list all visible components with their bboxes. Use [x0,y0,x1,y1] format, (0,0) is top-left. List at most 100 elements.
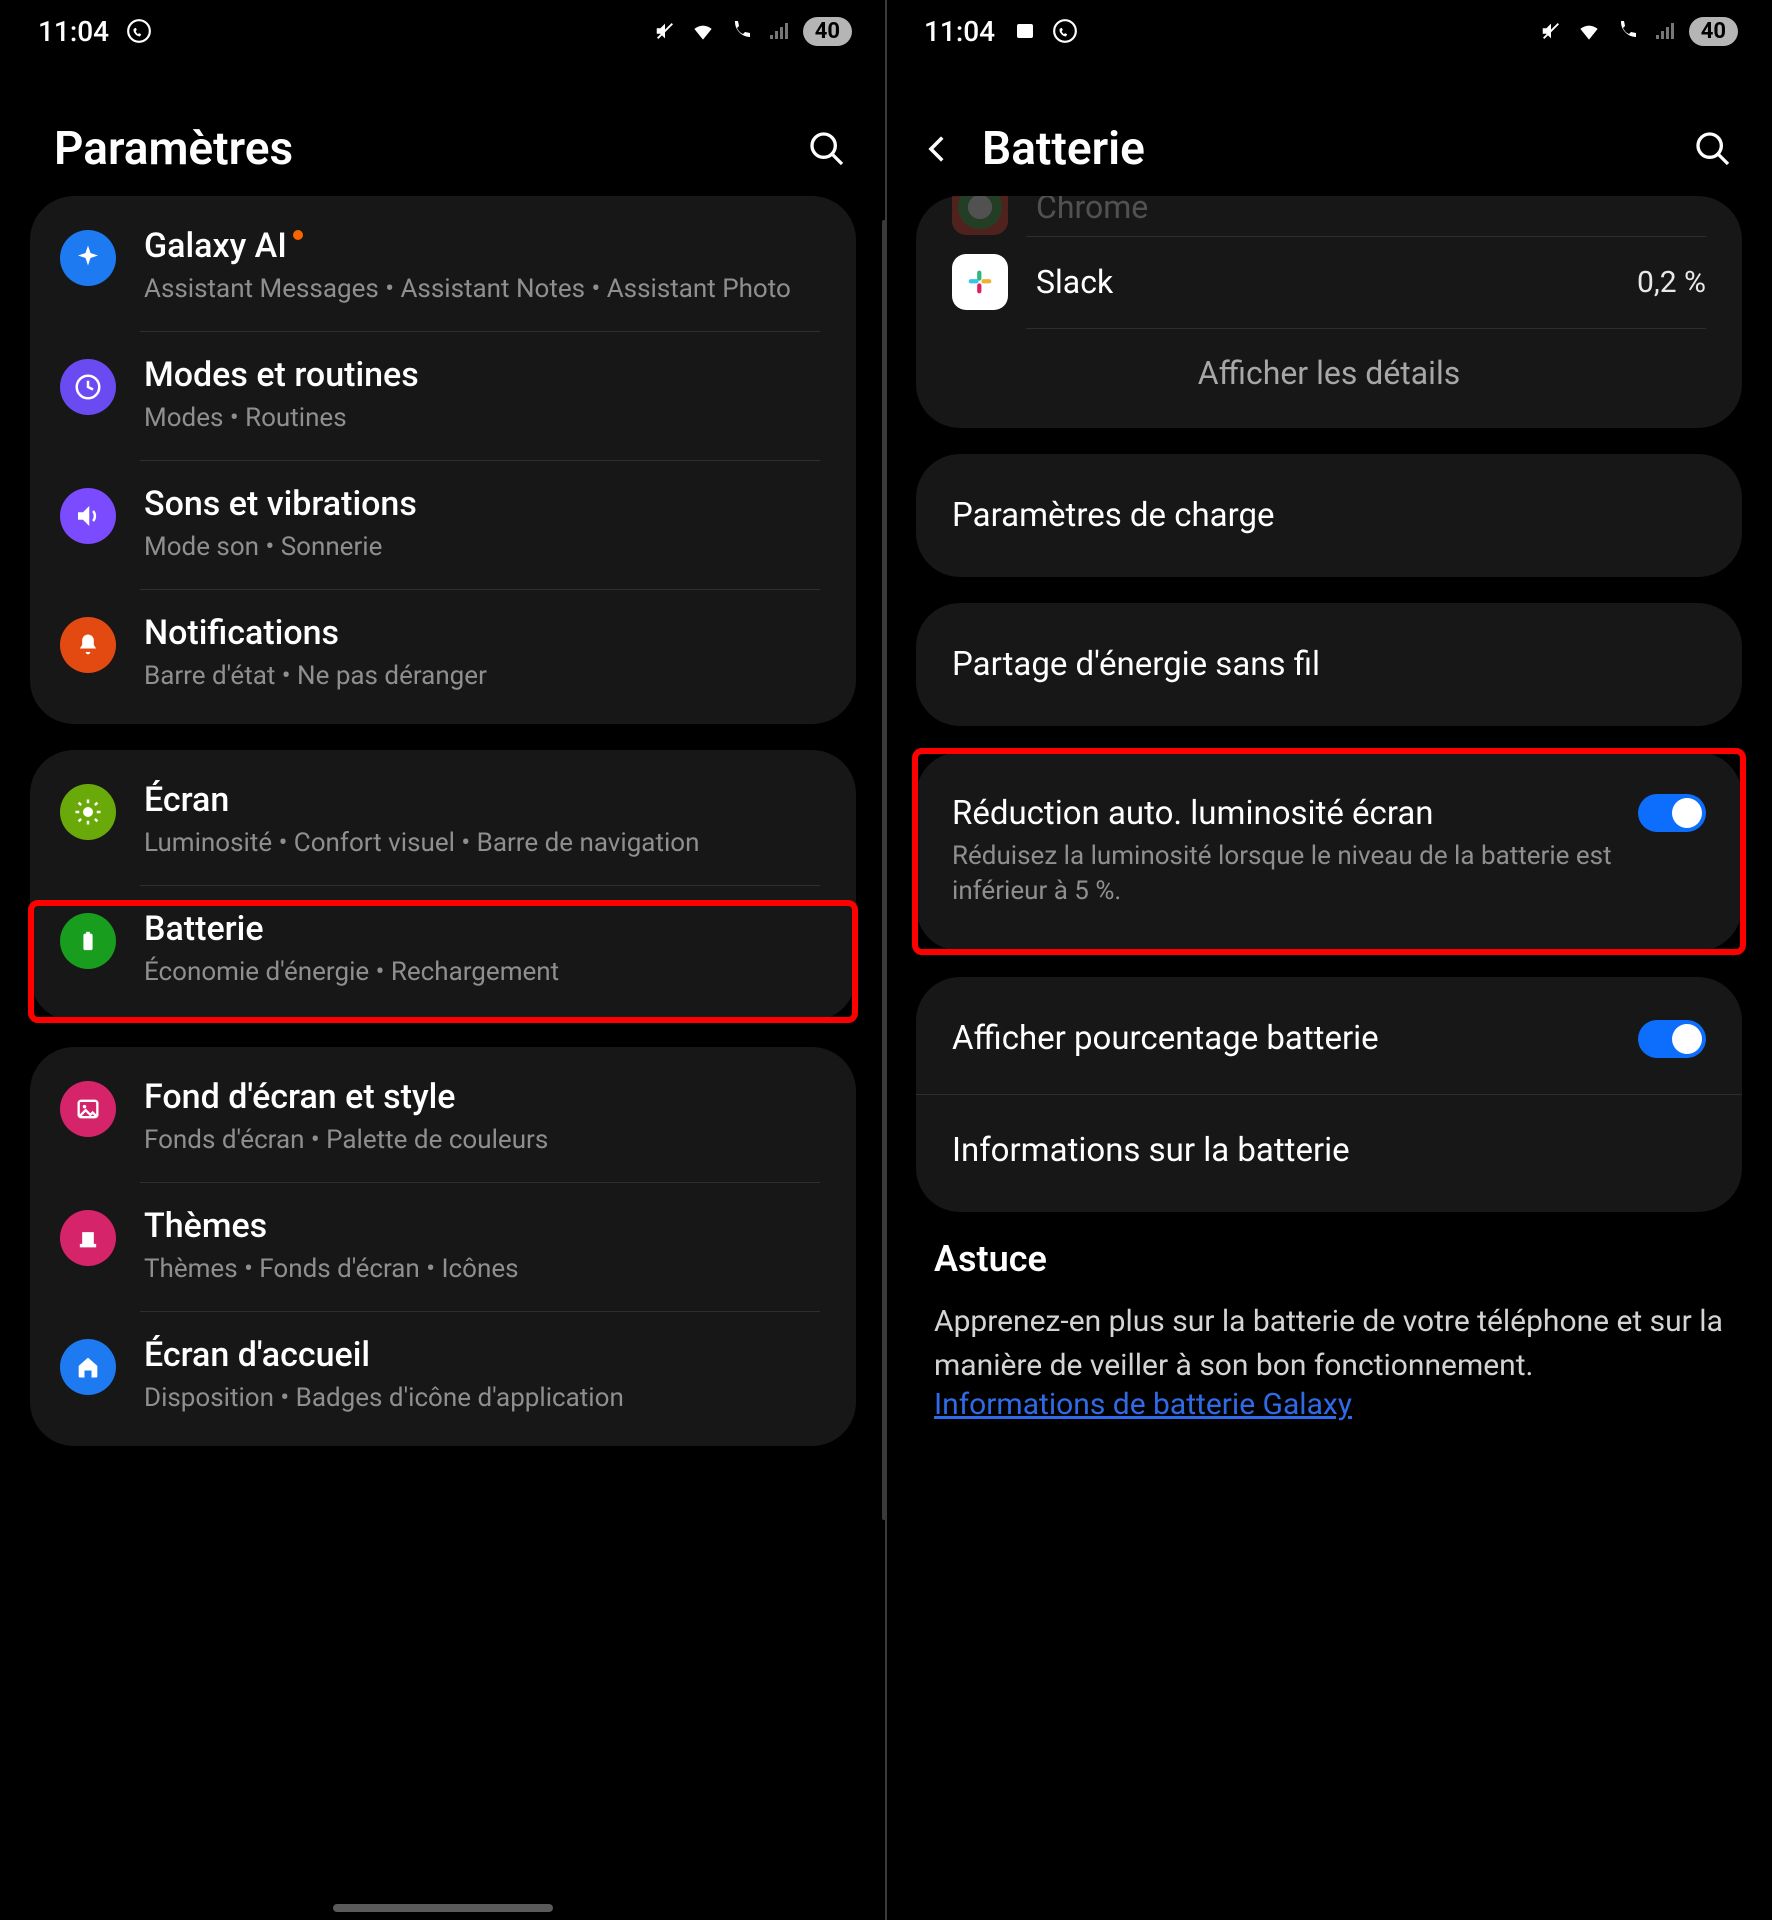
page-header: Paramètres [0,62,886,196]
setting-battery-info[interactable]: Informations sur la batterie [916,1094,1742,1206]
settings-group: Écran Luminosité • Confort visuel • Barr… [30,750,856,1020]
back-button[interactable] [920,131,956,167]
item-subtitle: Économie d'énergie • Rechargement [144,955,820,990]
settings-list: Galaxy AI Assistant Messages • Assistant… [0,196,886,1920]
item-title: Écran d'accueil [144,1335,820,1375]
item-subtitle: Mode son • Sonnerie [144,530,820,565]
status-time: 11:04 [38,15,109,48]
settings-item-notifs[interactable]: Notifications Barre d'état • Ne pas déra… [30,589,856,718]
tip-heading: Astuce [934,1238,1724,1280]
app-usage-row-chrome[interactable]: Chrome [916,196,1742,236]
setting-auto-dim[interactable]: Réduction auto. luminosité écran Réduise… [916,758,1742,945]
settings-group: Réduction auto. luminosité écran Réduise… [916,752,1742,951]
bell-icon [60,617,116,673]
image-icon [60,1081,116,1137]
new-badge-icon [293,230,303,240]
app-usage-card: Chrome Slack 0,2 % Afficher les détails [916,196,1742,428]
whatsapp-icon [125,17,153,45]
battery-content: Chrome Slack 0,2 % Afficher les détails … [886,196,1772,1920]
item-subtitle: Thèmes • Fonds d'écran • Icônes [144,1252,820,1287]
signal-icon [765,17,793,45]
wifi-icon [689,17,717,45]
volte-icon [1613,17,1641,45]
settings-group: Fond d'écran et style Fonds d'écran • Pa… [30,1047,856,1446]
settings-screen: 11:04 40 Paramètres [0,0,886,1920]
item-subtitle: Assistant Messages • Assistant Notes • A… [144,272,820,307]
settings-group: Afficher pourcentage batterie Informatio… [916,977,1742,1212]
settings-group: Partage d'énergie sans fil [916,603,1742,726]
item-subtitle: Modes • Routines [144,401,820,436]
item-title: Fond d'écran et style [144,1077,820,1117]
battery-pill: 40 [1689,17,1738,46]
setting-title: Paramètres de charge [952,496,1706,535]
settings-item-ecran[interactable]: Écran Luminosité • Confort visuel • Barr… [30,756,856,885]
settings-item-sons[interactable]: Sons et vibrations Mode son • Sonnerie [30,460,856,589]
item-subtitle: Barre d'état • Ne pas déranger [144,659,820,694]
screen-divider [885,0,887,1920]
item-title: Écran [144,780,820,820]
tip-body: Apprenez-en plus sur la batterie de votr… [934,1300,1724,1387]
search-button[interactable] [1688,124,1738,174]
battery-screen: 11:04 40 Batterie Chrome [886,0,1772,1920]
item-title: Sons et vibrations [144,484,820,524]
setting-wireless-share[interactable]: Partage d'énergie sans fil [916,609,1742,720]
settings-item-themes[interactable]: Thèmes Thèmes • Fonds d'écran • Icônes [30,1182,856,1311]
sound-icon [60,488,116,544]
app-name: Chrome [1036,196,1706,226]
slack-icon [952,254,1008,310]
setting-charge[interactable]: Paramètres de charge [916,460,1742,571]
battery-pill: 40 [803,17,852,46]
item-title: Batterie [144,909,820,949]
settings-item-batterie[interactable]: Batterie Économie d'énergie • Rechargeme… [30,885,856,1014]
item-title: Modes et routines [144,355,820,395]
app-usage-row-slack[interactable]: Slack 0,2 % [916,236,1742,328]
page-title: Paramètres [54,122,776,176]
sparkle-icon [60,230,116,286]
settings-item-accueil[interactable]: Écran d'accueil Disposition • Badges d'i… [30,1311,856,1440]
settings-item-fond[interactable]: Fond d'écran et style Fonds d'écran • Pa… [30,1053,856,1182]
search-button[interactable] [802,124,852,174]
clock-icon [60,359,116,415]
toggle-switch[interactable] [1638,794,1706,832]
setting-title: Informations sur la batterie [952,1131,1706,1170]
page-title: Batterie [982,122,1662,176]
brush-icon [60,1210,116,1266]
gallery-icon [1011,17,1039,45]
settings-group: Galaxy AI Assistant Messages • Assistant… [30,196,856,724]
setting-show-percent[interactable]: Afficher pourcentage batterie [916,983,1742,1094]
mute-icon [1537,17,1565,45]
signal-icon [1651,17,1679,45]
item-title: Thèmes [144,1206,820,1246]
home-icon [60,1339,116,1395]
status-bar: 11:04 40 [886,0,1772,62]
setting-title: Réduction auto. luminosité écran [952,794,1618,833]
tip-link[interactable]: Informations de batterie Galaxy [934,1387,1352,1422]
setting-title: Afficher pourcentage batterie [952,1019,1618,1058]
mute-icon [651,17,679,45]
app-icon [952,196,1008,235]
toggle-switch[interactable] [1638,1020,1706,1058]
item-subtitle: Luminosité • Confort visuel • Barre de n… [144,826,820,861]
settings-group: Paramètres de charge [916,454,1742,577]
home-indicator[interactable] [333,1904,553,1912]
sun-icon [60,784,116,840]
settings-item-modes[interactable]: Modes et routines Modes • Routines [30,331,856,460]
whatsapp-icon [1051,17,1079,45]
setting-title: Partage d'énergie sans fil [952,645,1706,684]
status-time: 11:04 [924,15,995,48]
item-subtitle: Disposition • Badges d'icône d'applicati… [144,1381,820,1416]
show-details-button[interactable]: Afficher les détails [916,328,1742,422]
app-name: Slack [1036,263,1609,301]
item-title: Galaxy AI [144,226,287,266]
volte-icon [727,17,755,45]
item-subtitle: Fonds d'écran • Palette de couleurs [144,1123,820,1158]
status-bar: 11:04 40 [0,0,886,62]
wifi-icon [1575,17,1603,45]
tip-section: Astuce Apprenez-en plus sur la batterie … [916,1238,1742,1452]
battery-icon [60,913,116,969]
setting-subtitle: Réduisez la luminosité lorsque le niveau… [952,839,1618,909]
settings-item-galaxy-ai[interactable]: Galaxy AI Assistant Messages • Assistant… [30,202,856,331]
item-title: Notifications [144,613,820,653]
app-percent: 0,2 % [1637,265,1706,300]
page-header: Batterie [886,62,1772,196]
